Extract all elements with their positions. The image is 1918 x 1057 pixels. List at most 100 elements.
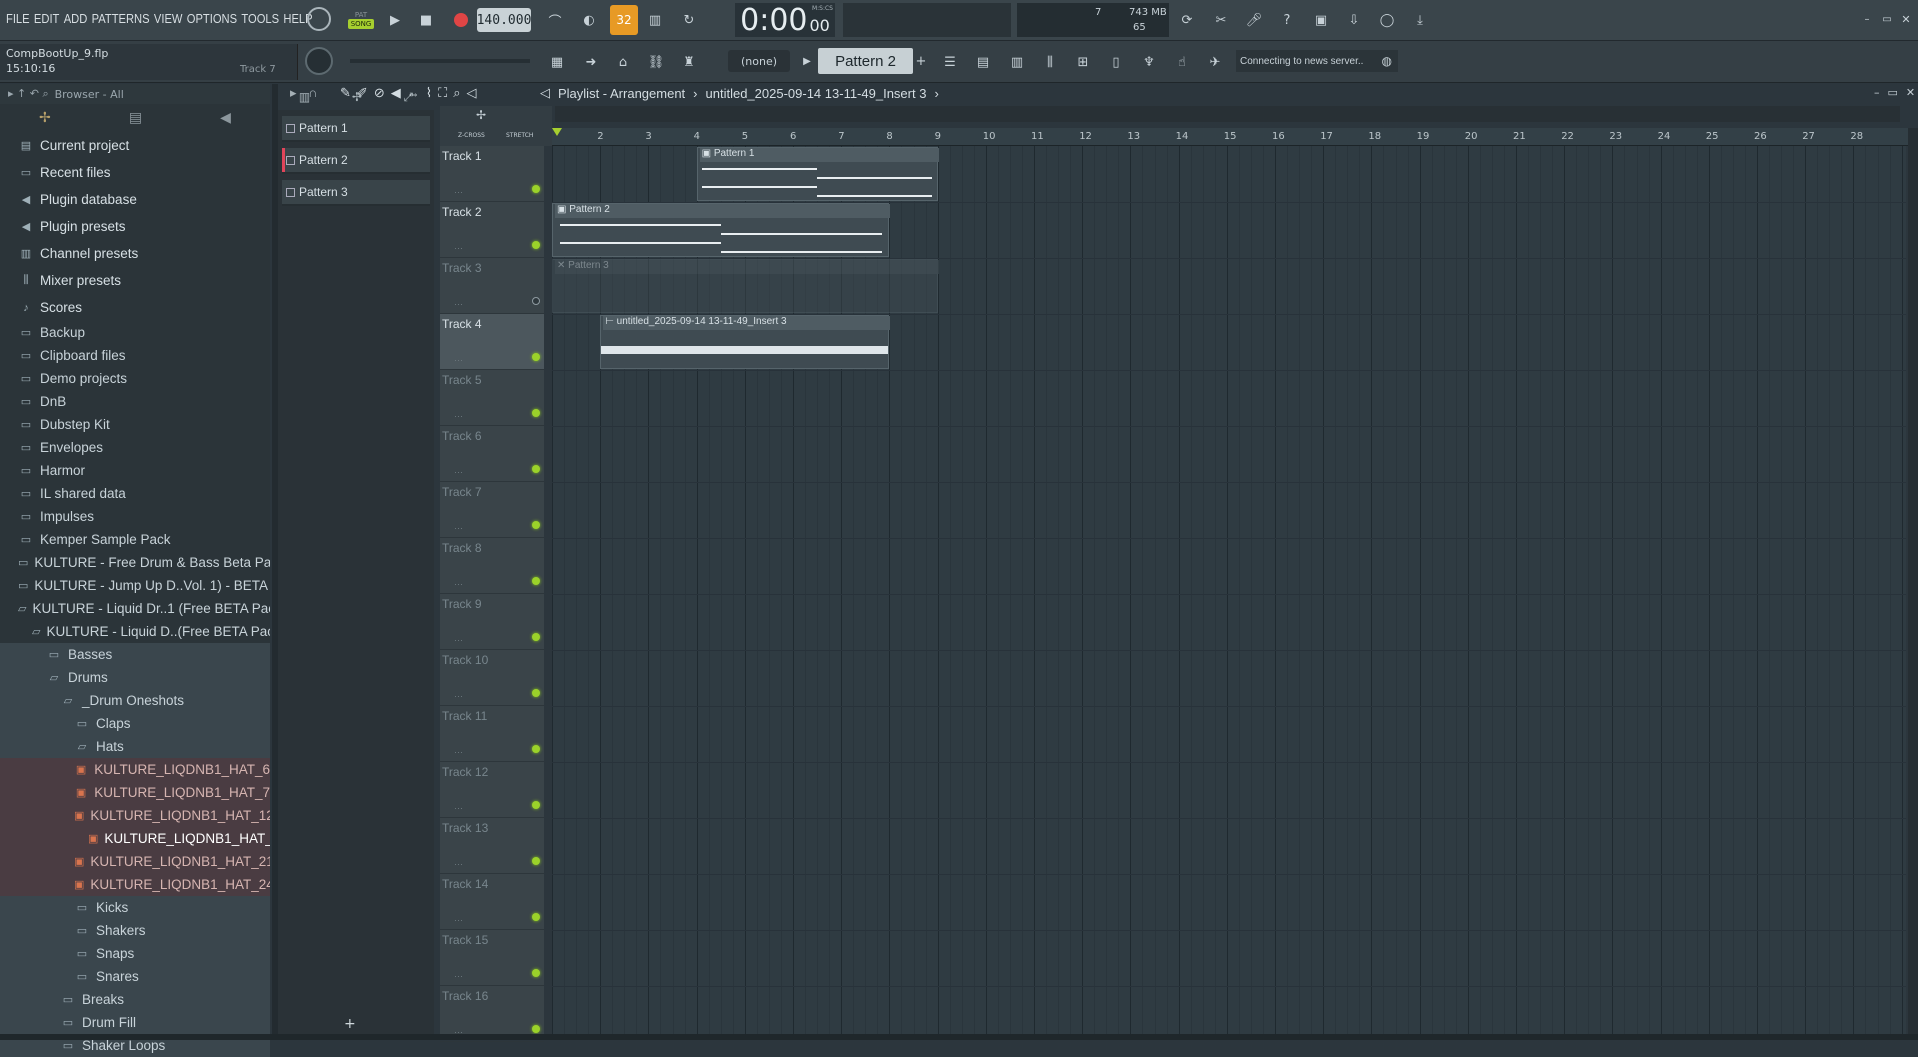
playlist-clip[interactable]: ⊢ untitled_2025-09-14 13-11-49_Insert 3	[600, 315, 891, 369]
browser-item[interactable]: ▭ KULTURE - Free Drum & Bass Beta Pack	[0, 551, 270, 574]
playback-icon[interactable]: ◁	[466, 85, 476, 101]
pattern-prev-icon[interactable]: ▶	[800, 50, 814, 72]
playlist-clip[interactable]: ▣ Pattern 2	[552, 203, 891, 257]
close-icon[interactable]: ✕	[1899, 12, 1913, 26]
timeline-ruler[interactable]: 2 3 4 5 6 7 8 9 10 11 12 13 14 15 16 17 18 19 20 21 22 23 24 25…	[552, 128, 1910, 146]
browser-item[interactable]: ▭ Drum Fill	[0, 1011, 270, 1034]
track-mute-led[interactable]	[532, 521, 540, 529]
playlist-overview-scrollbar[interactable]	[555, 106, 1900, 122]
tempo-display[interactable]: 140.000	[477, 8, 531, 32]
track-mute-led[interactable]	[532, 409, 540, 417]
menu-add[interactable]: ADD	[64, 11, 88, 26]
menu-view[interactable]: VIEW	[154, 11, 183, 26]
browser-item[interactable]: ▭ Clipboard files	[0, 344, 270, 367]
browser-item[interactable]: ▭ Kemper Sample Pack	[0, 528, 270, 551]
track-header[interactable]: Track 14 ···	[440, 874, 544, 930]
select-icon[interactable]: ⛶	[438, 85, 447, 101]
step-edit-icon[interactable]: ▥	[642, 7, 668, 33]
track-header[interactable]: Track 2 ···	[440, 202, 544, 258]
add-pattern-icon[interactable]: +	[914, 50, 928, 72]
stamp-icon[interactable]: ♜	[676, 49, 702, 75]
browser-item[interactable]: ▱ KULTURE - Liquid D..(Free BETA Pack)	[0, 620, 270, 643]
browser-item[interactable]: ▭ Snaps	[0, 942, 270, 965]
track-header[interactable]: Track 10 ···	[440, 650, 544, 706]
browser-item[interactable]: ▭ Harmor	[0, 459, 270, 482]
track-header[interactable]: Track 8 ···	[440, 538, 544, 594]
track-header[interactable]: Track 11 ···	[440, 706, 544, 762]
browser-item[interactable]: ▭ Demo projects	[0, 367, 270, 390]
playlist-icon[interactable]: ☰	[937, 49, 963, 75]
browser-nav-icon[interactable]: ▸ ↑ ↶ ⌕	[8, 87, 49, 101]
master-volume-knob[interactable]	[307, 7, 331, 31]
channel-selector[interactable]: (none)	[728, 50, 790, 72]
track-header[interactable]: Track 15 ···	[440, 930, 544, 986]
track-mute-led[interactable]	[532, 353, 540, 361]
channel-rack-icon[interactable]: ▥	[1004, 49, 1030, 75]
browser-item[interactable]: ▭ Shakers	[0, 919, 270, 942]
track-mute-led[interactable]	[532, 465, 540, 473]
track-mute-led[interactable]	[532, 297, 540, 305]
pattern-item[interactable]: Pattern 1	[282, 116, 430, 142]
pattern-item[interactable]: Pattern 2	[282, 148, 430, 174]
track-mute-led[interactable]	[532, 969, 540, 977]
cut-icon[interactable]: ✂	[1208, 7, 1234, 33]
browser-item[interactable]: ▥ Channel presets	[0, 240, 270, 267]
playlist-clip[interactable]: ▣ Pattern 1	[696, 147, 939, 201]
browser-item[interactable]: ▣ KULTURE_LIQDNB1_HAT_16	[0, 827, 270, 850]
metronome-icon[interactable]: ⌒	[542, 7, 568, 33]
browser-item[interactable]: ⫼ Mixer presets	[0, 267, 270, 294]
playlist-vertical-scrollbar[interactable]	[1908, 128, 1918, 1034]
slip-icon[interactable]: ⇔	[407, 86, 420, 101]
snap-button[interactable]: 32	[610, 5, 638, 35]
piano-roll-window-icon[interactable]: ▤	[970, 49, 996, 75]
track-header[interactable]: Track 3 ···	[440, 258, 544, 314]
undo-history-icon[interactable]: ⟳	[1174, 7, 1200, 33]
browser-item[interactable]: ▭ Basses	[0, 643, 270, 666]
browser-tab-files-icon[interactable]: ▤	[129, 110, 142, 126]
track-header[interactable]: Track 1 ···	[440, 146, 544, 202]
browser-item[interactable]: ▤ Current project	[0, 132, 270, 159]
delete-icon[interactable]: ⊘	[374, 85, 385, 101]
download-icon[interactable]: ⤓	[1407, 7, 1433, 33]
loop-record-icon[interactable]: ↻	[676, 7, 702, 33]
browser-item[interactable]: ▭ KULTURE - Jump Up D..Vol. 1) - BETA PAC…	[0, 574, 270, 597]
playlist-tools-icon[interactable]: ▸ ∩	[290, 85, 321, 101]
microphone-icon[interactable]: 🎤︎	[1241, 7, 1267, 33]
chat-icon[interactable]: ◯	[1374, 7, 1400, 33]
track-mute-led[interactable]	[532, 1025, 540, 1033]
browser-icon[interactable]: ⊞	[1070, 49, 1096, 75]
arrangement-name[interactable]: untitled_2025-09-14 13-11-49_Insert 3	[706, 86, 927, 101]
multi-arrow-icon[interactable]: ✢	[476, 108, 486, 122]
plugin-icon[interactable]: ♆	[1136, 49, 1162, 75]
help-icon[interactable]: ?	[1274, 7, 1300, 33]
news-panel[interactable]: Connecting to news server.. ◍	[1236, 50, 1398, 72]
track-header[interactable]: Track 9 ···	[440, 594, 544, 650]
mute-icon[interactable]: ◀	[391, 85, 401, 101]
touch-icon[interactable]: ☝	[1169, 49, 1195, 75]
playlist-close-icon[interactable]: ✕	[1906, 86, 1915, 99]
browser-item[interactable]: ▭ Impulses	[0, 505, 270, 528]
track-mute-led[interactable]	[532, 913, 540, 921]
wait-record-icon[interactable]: ◐	[576, 7, 602, 33]
browser-item[interactable]: ▭ Kicks	[0, 896, 270, 919]
menu-patterns[interactable]: PATTERNS	[92, 11, 150, 26]
track-mute-led[interactable]	[532, 801, 540, 809]
paint-icon[interactable]: ✐	[357, 85, 368, 101]
play-button[interactable]: ▶	[382, 7, 408, 33]
browser-item[interactable]: ▣ KULTURE_LIQDNB1_HAT_24	[0, 873, 270, 896]
zcross-label[interactable]: Z-CROSS	[458, 132, 485, 139]
track-mute-led[interactable]	[532, 241, 540, 249]
menu-tools[interactable]: TOOLS	[241, 11, 279, 26]
tempo-tapper-icon[interactable]: ✈	[1202, 49, 1228, 75]
piano-roll-icon[interactable]: ▦	[544, 49, 570, 75]
mixer-icon[interactable]: ⫼	[1037, 49, 1063, 75]
playlist-grid[interactable]: ▣ Pattern 1 ▣ Pattern 2 ✕ Pattern 3 ⊢ untit…	[552, 146, 1906, 1034]
zoom-icon[interactable]: ⌕	[453, 85, 460, 101]
record-button[interactable]	[448, 7, 474, 33]
minimize-icon[interactable]: –	[1860, 12, 1874, 26]
track-header[interactable]: Track 5 ···	[440, 370, 544, 426]
track-header[interactable]: Track 13 ···	[440, 818, 544, 874]
browser-item[interactable]: ▱ Hats	[0, 735, 270, 758]
browser-item[interactable]: ▭ Dubstep Kit	[0, 413, 270, 436]
track-header[interactable]: Track 7 ···	[440, 482, 544, 538]
